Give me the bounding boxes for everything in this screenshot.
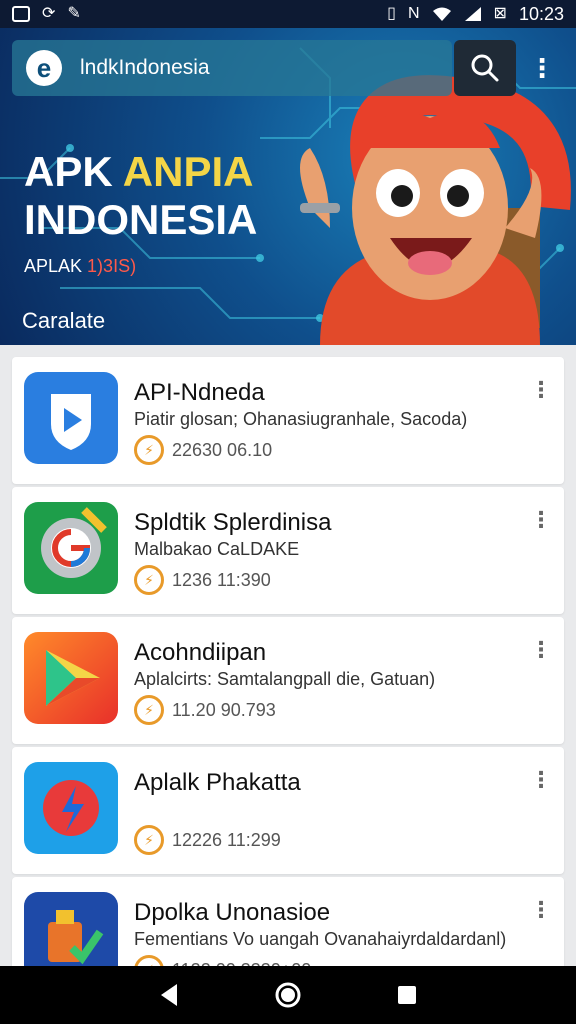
app-meta-text: 1236 11:390 xyxy=(172,569,271,590)
app-name: Spldtik Splerdinisa xyxy=(134,509,332,536)
app-meta: ⚡ 11.20 90.793 xyxy=(134,695,276,725)
app-name: Aplalk Phakatta xyxy=(134,769,301,796)
wifi-icon xyxy=(432,7,451,21)
signal-icon xyxy=(464,7,481,21)
search-button[interactable] xyxy=(454,40,516,96)
app-description: Malbakao CaLDAKE xyxy=(134,539,300,559)
app-card[interactable]: API-Ndneda Piatir glosan; Ohanasiugranha… xyxy=(12,357,564,484)
no-sim-icon: ⊠ xyxy=(493,5,507,22)
badge-icon: ⚡ xyxy=(134,435,164,465)
status-right: ▯ N ⊠ 10:23 xyxy=(387,4,564,25)
app-card[interactable]: Aplalk Phakatta ⚡ 12226 11:299 ⋮ xyxy=(12,747,564,874)
app-description: Fementians Vo uangah Ovanahaiyrdaldardan… xyxy=(134,929,507,949)
app-logo-icon: e xyxy=(26,50,62,86)
app-list: API-Ndneda Piatir glosan; Ohanasiugranha… xyxy=(12,357,564,1007)
image-icon xyxy=(12,6,30,22)
app-overflow-icon[interactable]: ⋮ xyxy=(530,899,552,921)
app-meta-text: 12226 11:299 xyxy=(172,829,281,850)
app-meta-text: 11.20 90.793 xyxy=(172,699,276,720)
app-description: Aplalcirts: Samtalangpall die, Gatuan) xyxy=(134,669,436,689)
app-card[interactable]: Spldtik Splerdinisa Malbakao CaLDAKE ⚡ 1… xyxy=(12,487,564,614)
app-name: Dpolka Unonasioe xyxy=(134,899,331,926)
app-overflow-icon[interactable]: ⋮ xyxy=(530,509,552,531)
badge-icon: ⚡ xyxy=(134,565,164,595)
swirl-icon xyxy=(24,762,118,854)
hero-subtitle-text: APLAK xyxy=(24,256,88,276)
search-icon xyxy=(471,54,499,82)
app-meta: ⚡ 12226 11:299 xyxy=(134,825,281,855)
hero-subtitle-number: 1)3IS) xyxy=(87,256,137,276)
status-bar: ⟳ ✎ ▯ N ⊠ 10:23 xyxy=(0,0,576,28)
status-time: 10:23 xyxy=(518,3,564,24)
badge-icon: ⚡ xyxy=(134,825,164,855)
edit-icon: ✎ xyxy=(67,5,81,22)
app-name: Acohndiipan xyxy=(134,639,267,666)
hero-footer: Caralate xyxy=(22,308,106,333)
app-description: Piatir glosan; Ohanasiugranhale, Sacoda) xyxy=(134,409,468,429)
gear-g-icon xyxy=(24,502,118,594)
app-overflow-icon[interactable]: ⋮ xyxy=(530,769,552,791)
app-meta-text: 22630 06.10 xyxy=(172,439,273,460)
vibrate-icon: ▯ xyxy=(387,5,396,22)
app-overflow-icon[interactable]: ⋮ xyxy=(530,639,552,661)
overflow-menu-icon[interactable]: ⋮ xyxy=(520,40,564,96)
hero-title: APK ANPIA INDONESIA xyxy=(24,148,257,244)
search-bar[interactable]: e lndkIndonesia xyxy=(12,40,452,96)
hero-banner[interactable]: e lndkIndonesia ⋮ APK ANPIA INDONESIA AP… xyxy=(0,28,576,345)
app-overflow-icon[interactable]: ⋮ xyxy=(530,379,552,401)
back-icon[interactable] xyxy=(157,982,181,1008)
play-triangle-icon xyxy=(24,632,118,724)
mascot-illustration xyxy=(300,75,571,345)
shield-play-icon xyxy=(24,372,118,464)
app-meta: ⚡ 22630 06.10 xyxy=(134,435,272,465)
sync-icon: ⟳ xyxy=(42,5,56,22)
hero-subtitle: APLAK 1)3IS) xyxy=(24,256,136,277)
hero-title-line2: INDONESIA xyxy=(24,196,258,243)
app-card[interactable]: Acohndiipan Aplalcirts: Samtalangpall di… xyxy=(12,617,564,744)
badge-icon: ⚡ xyxy=(134,695,164,725)
home-icon[interactable] xyxy=(274,981,302,1009)
recents-icon[interactable] xyxy=(395,983,419,1007)
app-name: API-Ndneda xyxy=(134,379,265,406)
navigation-bar xyxy=(0,966,576,1024)
search-text[interactable]: lndkIndonesia xyxy=(80,56,210,80)
app-meta: ⚡ 1236 11:390 xyxy=(134,565,271,595)
hero-title-part1: APK xyxy=(24,148,123,195)
nfc-icon: N xyxy=(407,5,420,22)
hero-title-accent: ANPIA xyxy=(122,148,254,195)
status-left: ⟳ ✎ xyxy=(12,6,81,22)
